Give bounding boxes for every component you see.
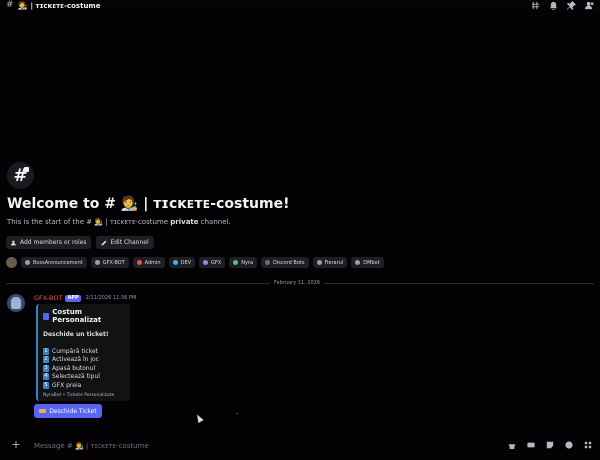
role-chip[interactable]: DMbot [351,257,384,268]
role-name: GFX [211,259,222,266]
role-color-dot [136,260,142,265]
role-name: GFX-BOT [102,259,125,266]
app-badge: APP [65,294,81,302]
role-chip[interactable]: Nyra [229,257,258,268]
channel-name: | ᴛɪᴄᴋᴇᴛᴇ-costume [30,1,101,10]
add-attachment-icon[interactable]: + [11,439,21,450]
embed-description: Deschide un ticket! [43,331,109,338]
add-members-button[interactable]: Add members or roles [6,236,92,249]
step-number: 5 [43,381,49,389]
list-item: 4 Selectează tipul [43,373,125,382]
role-color-dot [316,260,322,265]
header-toolbar [531,1,594,10]
gift-icon[interactable] [508,441,516,449]
ticket-icon [39,409,47,413]
role-chip[interactable]: DEV [168,257,196,268]
role-color-dot [172,260,178,265]
role-color-dot [203,260,209,265]
edit-channel-button[interactable]: Edit Channel [96,236,154,249]
mouse-cursor [194,413,204,423]
role-chip[interactable]: GFX [199,257,226,268]
step-text: GFX preia [52,381,82,389]
role-chip[interactable]: Admin [132,257,165,268]
role-color-dot [265,260,271,265]
welcome-subtitle-bold: private [170,218,199,226]
gif-icon[interactable] [527,441,535,449]
member-list-icon[interactable] [585,1,594,10]
scroll-marker [236,413,238,414]
welcome-actions: Add members or roles Edit Channel [6,236,154,249]
message-embed: Costum Personalizat Deschide un ticket! … [36,304,130,401]
notification-bell-icon[interactable] [549,1,558,10]
sticker-icon[interactable] [546,441,554,449]
role-color-dot [25,260,30,265]
welcome-subtitle-prefix: This is the start of the # 🧑‍🎨 | ᴛɪᴄᴋᴇᴛᴇ… [7,218,169,226]
role-name: Fierarul [324,259,344,266]
welcome-subtitle: This is the start of the # 🧑‍🎨 | ᴛɪᴄᴋᴇᴛᴇ… [7,218,231,226]
role-chip[interactable]: GFX-BOT [90,257,129,268]
channel-welcome-icon: # [7,162,34,189]
message-header: GFX-BOT APP 2/11/2026 11:36 PM [34,294,136,302]
list-item: 2 Activează în joc [43,356,125,365]
channel-header: # 🧑‍🎨 | ᴛɪᴄᴋᴇᴛᴇ-costume [0,0,600,11]
role-name: Discord Bots [273,259,305,266]
role-color-dot [233,260,239,265]
step-number: 1 [43,347,49,355]
list-item: 1 Cumpără ticket [43,347,125,356]
composer-toolbar [508,441,592,449]
open-ticket-label: Deschide Ticket [49,407,97,415]
emoji-icon[interactable] [565,441,573,449]
step-text: Apasă butonul [52,364,96,372]
welcome-subtitle-suffix: channel. [200,218,231,226]
add-members-label: Add members or roles [20,239,87,246]
step-number: 4 [43,373,49,381]
step-number: 2 [43,356,49,364]
role-name: BossAnnouncement [33,259,83,266]
add-user-icon [11,240,16,245]
lock-icon [24,167,29,172]
step-text: Cumpără ticket [52,347,98,355]
apps-icon[interactable] [584,441,592,449]
embed-title: Costum Personalizat [43,308,125,324]
open-ticket-button[interactable]: Deschide Ticket [34,404,102,418]
avatar[interactable] [6,257,17,268]
role-name: DEV [180,259,192,266]
pencil-icon [102,240,107,245]
threads-icon[interactable] [531,1,540,10]
embed-steps: 1 Cumpără ticket 2 Activează în joc 3 Apasă b… [43,347,125,390]
role-chip[interactable]: BossAnnouncement [21,257,87,268]
embed-title-text: Costum Personalizat [52,308,102,324]
step-number: 3 [43,364,49,372]
step-text: Selectează tipul [52,373,100,381]
role-color-dot [355,260,361,265]
role-list: BossAnnouncement GFX-BOT Admin DEV GFX Nyra Di… [6,257,384,268]
message-timestamp: 2/11/2026 11:36 PM [85,295,137,301]
channel-emoji: 🧑‍🎨 [17,0,28,10]
embed-footer: NyraBot • Tickete Personalizate [43,392,115,398]
role-color-dot [94,260,100,265]
role-name: DMbot [363,259,380,266]
role-chip[interactable]: Fierarul [312,257,348,268]
role-chip[interactable]: Discord Bots [261,257,309,268]
role-name: Nyra [241,259,254,266]
step-text: Activează în joc [52,356,99,364]
list-item: 5 GFX preia [43,381,125,390]
role-name: Admin [144,259,161,266]
welcome-title: Welcome to # 🧑‍🎨 | ᴛɪᴄᴋᴇᴛᴇ-costume! [7,196,290,212]
hash-icon: # [6,0,14,10]
message-input[interactable]: Message # 🧑‍🎨 | ᴛɪᴄᴋᴇᴛᴇ-costume [34,442,149,450]
costume-icon [43,312,50,320]
pin-icon[interactable] [567,1,576,10]
avatar[interactable] [7,294,25,312]
message-author[interactable]: GFX-BOT [34,294,62,302]
date-divider: February 11, 2026 [270,280,325,286]
list-item: 3 Apasă butonul [43,364,125,373]
edit-channel-label: Edit Channel [110,239,149,246]
